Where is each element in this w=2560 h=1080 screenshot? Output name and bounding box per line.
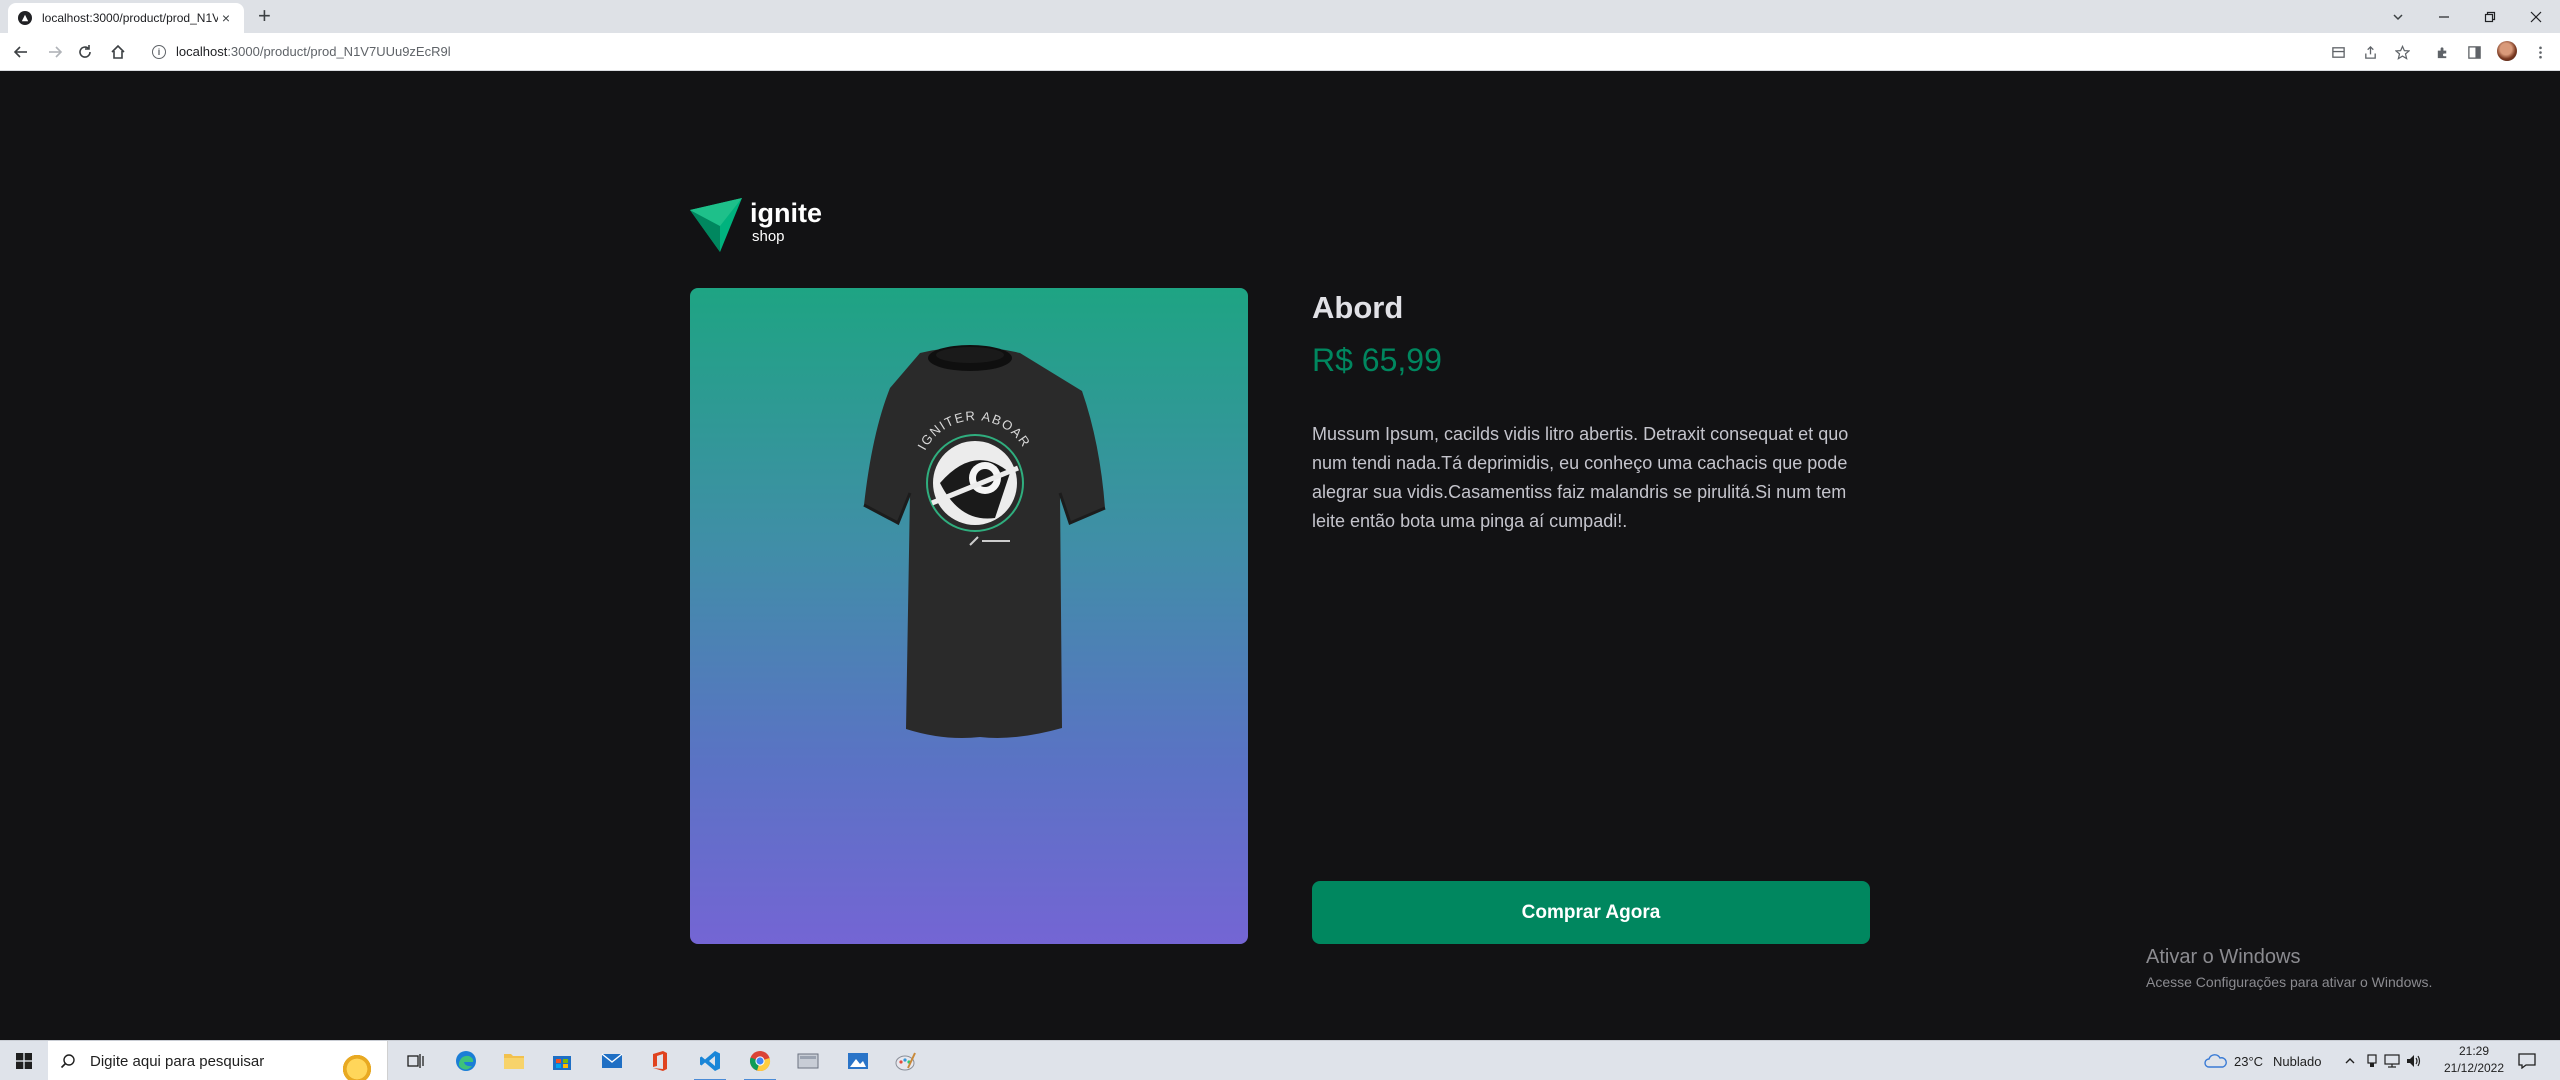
windows-taskbar: Digite aqui para pesquisar 23°C Nublado (0, 1040, 2560, 1080)
edge-browser-icon[interactable] (442, 1041, 490, 1080)
weather-widget[interactable]: 23°C Nublado (2204, 1041, 2321, 1080)
search-placeholder: Digite aqui para pesquisar (90, 1052, 265, 1070)
side-panel-icon[interactable] (2458, 33, 2490, 71)
url-text: localhost:3000/product/prod_N1V7UUu9zEcR… (176, 44, 451, 59)
show-hidden-icons-chevron-icon[interactable] (2344, 1041, 2356, 1080)
tab-search-icon[interactable] (2378, 0, 2418, 33)
search-highlight-sun-icon (339, 1051, 375, 1080)
home-icon[interactable] (103, 33, 133, 71)
url-path: :3000/product/prod_N1V7UUu9zEcR9l (227, 44, 451, 59)
notifications-icon[interactable] (2518, 1041, 2536, 1080)
new-tab-button[interactable]: + (258, 4, 271, 28)
tshirt-image: IGNITER ABOARD (820, 333, 1106, 738)
profile-avatar[interactable] (2497, 41, 2517, 61)
cloud-icon (2204, 1054, 2227, 1068)
network-icon[interactable] (2384, 1041, 2400, 1080)
paint-icon[interactable] (882, 1041, 930, 1080)
browser-toolbar: i localhost:3000/product/prod_N1V7UUu9zE… (0, 33, 2560, 71)
activation-title: Ativar o Windows (2146, 946, 2301, 968)
volume-icon[interactable] (2406, 1041, 2422, 1080)
taskbar-search-box[interactable]: Digite aqui para pesquisar (48, 1041, 388, 1080)
restore-icon[interactable] (2470, 0, 2510, 33)
reader-mode-icon[interactable] (2322, 33, 2354, 71)
activation-subtitle: Acesse Configurações para ativar o Windo… (2146, 974, 2433, 990)
back-icon[interactable] (6, 33, 36, 71)
browser-tab-strip: localhost:3000/product/prod_N1V7UUu9zEcR… (0, 0, 2560, 33)
address-bar[interactable]: i localhost:3000/product/prod_N1V7UUu9zE… (142, 37, 2322, 66)
reload-icon[interactable] (70, 33, 100, 71)
browser-menu-icon[interactable] (2524, 33, 2556, 71)
close-window-icon[interactable] (2516, 0, 2556, 33)
minimize-icon[interactable] (2424, 0, 2464, 33)
bookmark-star-icon[interactable] (2386, 33, 2418, 71)
site-favicon-icon (18, 11, 32, 25)
browser-tab[interactable]: localhost:3000/product/prod_N1V7UUu9zEcR… (8, 3, 244, 33)
url-host: localhost (176, 44, 228, 59)
tab-title: localhost:3000/product/prod_N1V7UUu9zEcR… (42, 11, 218, 25)
vscode-icon[interactable] (686, 1041, 734, 1080)
windows-start-icon[interactable] (0, 1041, 48, 1080)
logo-word-shop: shop (752, 228, 785, 245)
mail-icon[interactable] (588, 1041, 636, 1080)
chrome-icon[interactable] (736, 1041, 784, 1080)
weather-text: Nublado (2273, 1053, 2322, 1069)
site-info-icon[interactable]: i (152, 44, 166, 59)
extensions-icon[interactable] (2426, 33, 2458, 71)
ignite-logo-icon (690, 198, 742, 252)
product-price: R$ 65,99 (1312, 342, 1442, 378)
photos-icon[interactable] (834, 1041, 882, 1080)
office-icon[interactable] (636, 1041, 684, 1080)
logo-word-ignite: ignite (750, 198, 822, 228)
clock-time: 21:29 (2458, 1044, 2490, 1058)
weather-temp: 23°C (2234, 1053, 2264, 1069)
share-icon[interactable] (2354, 33, 2386, 71)
product-description: Mussum Ipsum, cacilds vidis litro aberti… (1312, 424, 1849, 531)
windows-activation-watermark: Ativar o Windows Acesse Configurações pa… (2146, 945, 2432, 992)
usb-device-icon[interactable] (2366, 1041, 2378, 1080)
clock-date: 21/12/2022 (2443, 1061, 2505, 1075)
task-view-icon[interactable] (392, 1041, 440, 1080)
taskbar-clock[interactable]: 21:29 21/12/2022 (2434, 1043, 2514, 1077)
windows-app-icon[interactable] (784, 1041, 832, 1080)
microsoft-store-icon[interactable] (538, 1041, 586, 1080)
product-image-container: IGNITER ABOARD (690, 288, 1248, 944)
forward-icon[interactable] (40, 33, 70, 71)
product-title: Abord (1312, 290, 1404, 325)
buy-now-button[interactable]: Comprar Agora (1312, 881, 1870, 944)
ignite-shop-logo[interactable]: ignite shop (690, 198, 822, 252)
tab-close-icon[interactable]: × (218, 10, 234, 26)
search-icon (60, 1054, 75, 1069)
file-explorer-icon[interactable] (490, 1041, 538, 1080)
